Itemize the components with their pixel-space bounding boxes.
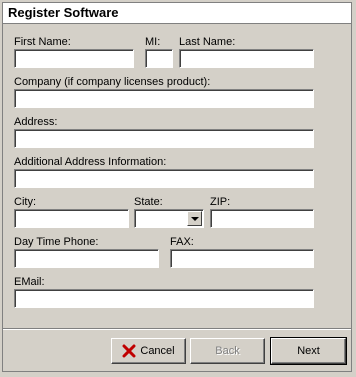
zip-field[interactable] [210, 209, 314, 228]
mi-label: MI: [145, 36, 161, 48]
city-label: City: [14, 196, 36, 208]
chevron-down-icon[interactable] [187, 211, 202, 226]
cancel-button[interactable]: Cancel [111, 338, 186, 364]
day-phone-field[interactable] [14, 249, 159, 268]
first-name-field[interactable] [14, 49, 134, 68]
back-label: Back [215, 345, 240, 357]
dialog-title: Register Software [8, 5, 119, 20]
back-button[interactable]: Back [190, 338, 265, 364]
first-name-label: First Name: [14, 36, 71, 48]
zip-label: ZIP: [210, 196, 231, 208]
fax-label: FAX: [170, 236, 194, 248]
address-label: Address: [14, 116, 58, 128]
company-field[interactable] [14, 89, 314, 108]
additional-address-label: Additional Address Information: [14, 156, 167, 168]
state-dropdown[interactable] [134, 209, 204, 228]
mi-field[interactable] [145, 49, 173, 68]
email-field[interactable] [14, 289, 314, 308]
company-label: Company (if company licenses product): [14, 76, 211, 88]
email-label: EMail: [14, 276, 45, 288]
additional-address-field[interactable] [14, 169, 314, 188]
red-x-icon [122, 344, 136, 358]
address-field[interactable] [14, 129, 314, 148]
city-field[interactable] [14, 209, 129, 228]
last-name-field[interactable] [179, 49, 314, 68]
title-bar: Register Software [3, 3, 351, 24]
fax-field[interactable] [170, 249, 314, 268]
next-button[interactable]: Next [270, 337, 347, 365]
button-separator [3, 328, 351, 330]
last-name-label: Last Name: [179, 36, 236, 48]
next-label: Next [297, 345, 320, 357]
day-phone-label: Day Time Phone: [14, 236, 99, 248]
cancel-label: Cancel [140, 345, 175, 357]
state-label: State: [134, 196, 163, 208]
